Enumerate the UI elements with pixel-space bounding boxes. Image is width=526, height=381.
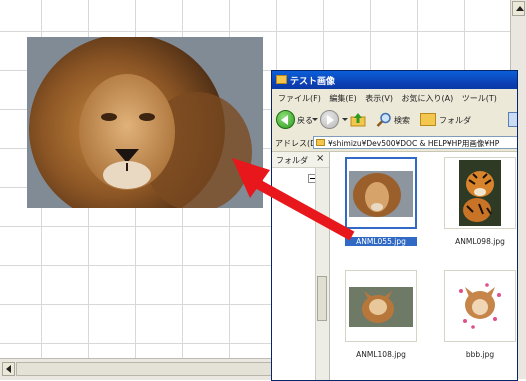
search-icon[interactable] <box>376 112 392 128</box>
window-titlebar[interactable]: テスト画像 <box>272 71 517 89</box>
folders-pane-header: フォルダ × <box>272 152 329 168</box>
menu-favorites[interactable]: お気に入り(A) <box>396 89 454 104</box>
close-icon[interactable]: × <box>316 153 324 164</box>
address-path[interactable]: ¥shimizu¥Dev500¥DOC & HELP¥HP用画像¥HP <box>328 138 499 148</box>
forward-arrow-icon[interactable] <box>320 110 339 129</box>
file-thumbnail[interactable] <box>444 157 516 229</box>
back-arrow-icon[interactable] <box>276 110 295 129</box>
file-name[interactable]: ANML108.jpg <box>345 350 417 359</box>
address-folder-icon <box>316 139 325 146</box>
file-thumbnail[interactable] <box>345 270 417 342</box>
file-thumbnail[interactable] <box>345 157 417 229</box>
file-name[interactable]: ANML055.jpg <box>345 237 417 246</box>
address-field[interactable]: ¥shimizu¥Dev500¥DOC & HELP¥HP用画像¥HP <box>313 136 517 149</box>
folders-pane-scrollbar[interactable] <box>315 168 329 380</box>
file-thumbnail[interactable] <box>444 270 516 342</box>
up-folder-icon[interactable] <box>350 112 366 127</box>
scroll-left-icon[interactable] <box>2 362 15 376</box>
back-dropdown-icon[interactable] <box>312 118 318 121</box>
folders-pane: フォルダ × <box>272 152 330 380</box>
folders-pane-label: フォルダ <box>276 156 308 165</box>
menu-file[interactable]: ファイル(F) <box>272 89 321 104</box>
back-button-label[interactable]: 戻る <box>297 115 313 126</box>
file-name[interactable]: bbb.jpg <box>444 350 516 359</box>
toolbar: 戻る 検索 フォルダ <box>272 106 517 135</box>
menu-edit[interactable]: 編集(E) <box>323 89 356 104</box>
search-button-label[interactable]: 検索 <box>394 115 410 126</box>
explorer-window[interactable]: テスト画像 ファイル(F) 編集(E) 表示(V) お気に入り(A) ツール(T… <box>271 70 518 381</box>
view-icon[interactable] <box>508 112 517 127</box>
menu-bar: ファイル(F) 編集(E) 表示(V) お気に入り(A) ツール(T) <box>272 89 517 107</box>
placed-lion-photo[interactable] <box>27 37 263 208</box>
window-title: テスト画像 <box>290 77 336 87</box>
menu-view[interactable]: 表示(V) <box>359 89 393 104</box>
scroll-up-icon[interactable] <box>512 1 525 16</box>
file-name[interactable]: ANML098.jpg <box>444 237 516 246</box>
menu-tools[interactable]: ツール(T) <box>456 89 497 104</box>
folders-pane-scroll-thumb[interactable] <box>317 276 327 321</box>
forward-dropdown-icon[interactable] <box>342 118 348 121</box>
folders-icon[interactable] <box>420 113 436 126</box>
folders-button-label[interactable]: フォルダ <box>439 115 471 126</box>
folder-icon <box>276 75 287 84</box>
address-bar: アドレス(D) ¥shimizu¥Dev500¥DOC & HELP¥HP用画像… <box>272 134 517 152</box>
